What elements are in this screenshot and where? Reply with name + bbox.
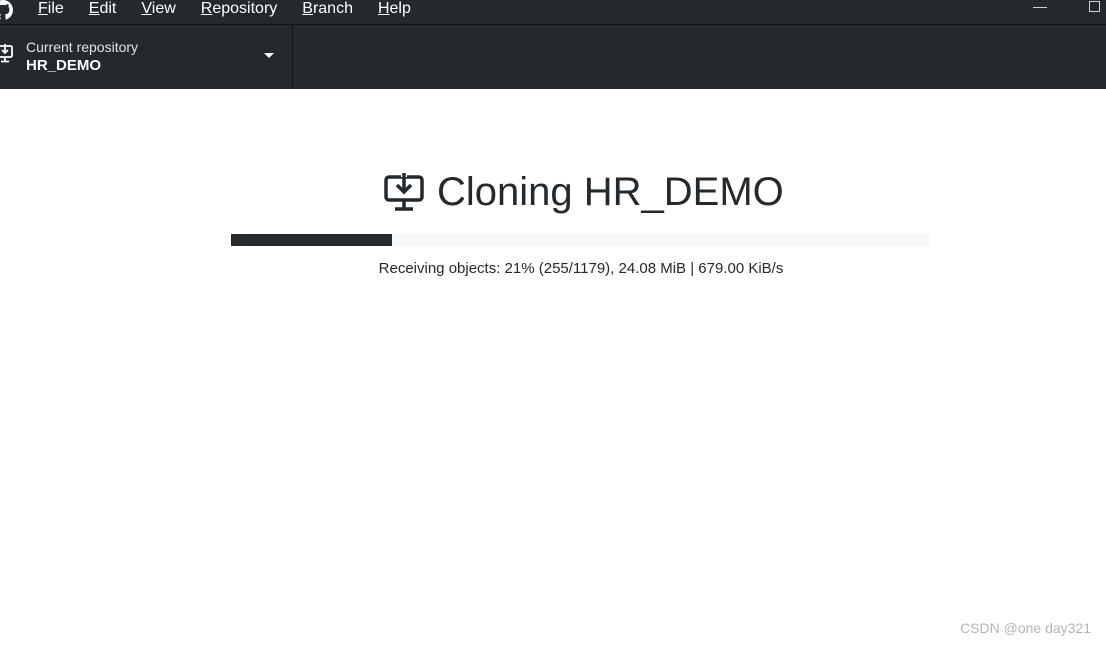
menu-branch[interactable]: Branch — [302, 0, 353, 20]
menu-edit[interactable]: Edit — [89, 0, 117, 20]
current-repository-selector[interactable]: Current repository HR_DEMO — [0, 25, 293, 89]
menu-bar: File Edit View Repository Branch Help — [38, 0, 436, 20]
repository-caption: Current repository — [26, 39, 139, 55]
title-bar: File Edit View Repository Branch Help — [0, 0, 1106, 25]
toolbar: Current repository HR_DEMO — [0, 25, 1106, 89]
computer-download-icon — [384, 173, 424, 211]
minimize-button[interactable] — [1033, 7, 1047, 8]
github-icon[interactable] — [0, 0, 14, 20]
clone-progress-status: Receiving objects: 21% (255/1179), 24.08… — [378, 260, 784, 277]
repository-name: HR_DEMO — [26, 57, 102, 74]
watermark: CSDN @one day321 — [960, 620, 1091, 636]
computer-download-icon — [0, 44, 13, 63]
clone-heading: Cloning HR_DEMO — [384, 166, 784, 218]
menu-repository[interactable]: Repository — [201, 0, 277, 20]
clone-title: Cloning HR_DEMO — [437, 170, 784, 214]
menu-view[interactable]: View — [141, 0, 175, 20]
maximize-button[interactable] — [1089, 1, 1100, 12]
caret-down-icon — [264, 53, 274, 58]
clone-progress-fill — [231, 234, 392, 246]
menu-help[interactable]: Help — [378, 0, 411, 20]
menu-file[interactable]: File — [38, 0, 64, 20]
clone-progress-bar — [231, 234, 931, 246]
